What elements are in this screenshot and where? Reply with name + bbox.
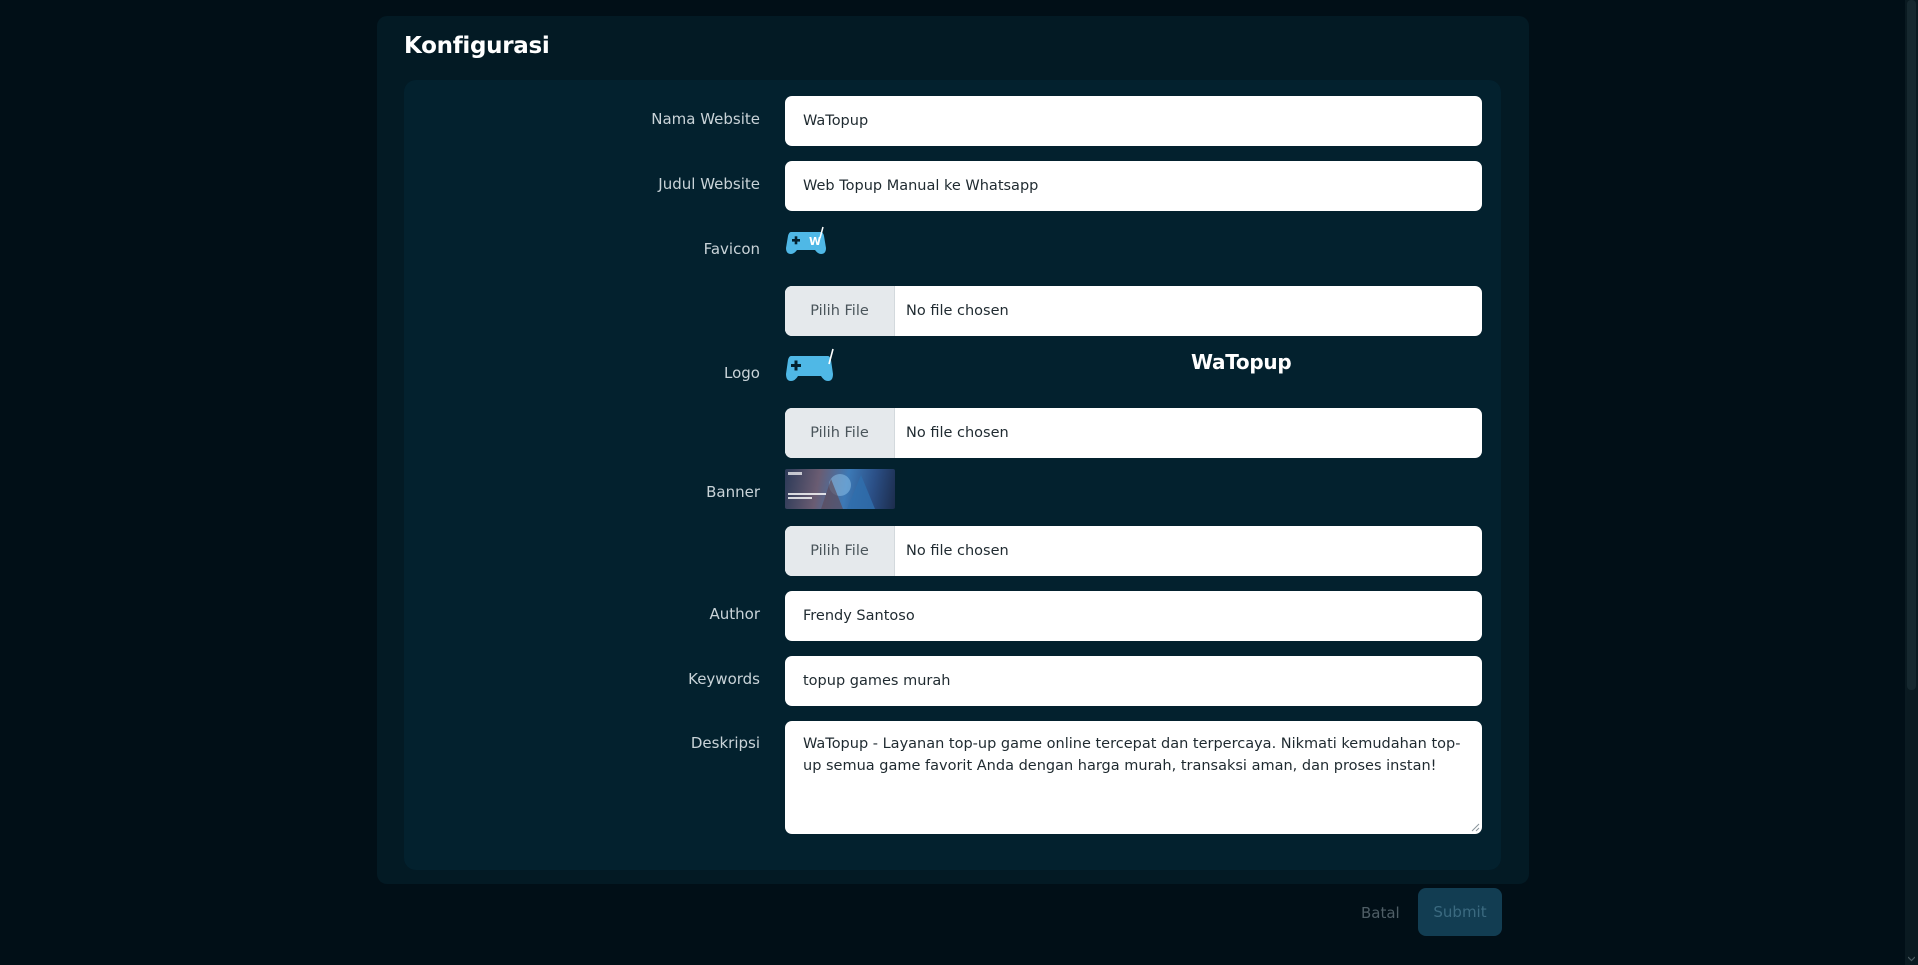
logo-choose-file-button[interactable]: Pilih File [785, 408, 895, 458]
judul-website-label: Judul Website [658, 175, 760, 193]
resize-grip-icon[interactable] [1471, 823, 1480, 832]
deskripsi-label: Deskripsi [690, 734, 760, 752]
submit-button[interactable]: Submit [1418, 888, 1502, 936]
deskripsi-textarea[interactable]: WaTopup - Layanan top-up game online ter… [785, 721, 1482, 834]
cancel-button[interactable]: Batal [1361, 904, 1400, 922]
row-banner: Banner Pilih File No file chosen [404, 469, 1501, 579]
judul-website-input[interactable]: Web Topup Manual ke Whatsapp [785, 161, 1482, 211]
banner-file-input[interactable]: Pilih File No file chosen [785, 526, 1482, 576]
deskripsi-text: WaTopup - Layanan top-up game online ter… [803, 736, 1461, 774]
row-deskripsi: Deskripsi WaTopup - Layanan top-up game … [404, 721, 1501, 834]
logo-preview: WaTopup [785, 348, 1292, 388]
nama-website-label: Nama Website [651, 110, 760, 128]
favicon-file-status: No file chosen [906, 303, 1009, 319]
config-form: Nama Website WaTopup Judul Website Web T… [404, 80, 1501, 870]
row-favicon: Favicon W Pilih File No file chosen [404, 226, 1501, 336]
banner-choose-file-button[interactable]: Pilih File [785, 526, 895, 576]
page: Konfigurasi Nama Website WaTopup Judul W… [0, 0, 1918, 965]
favicon-label: Favicon [703, 240, 760, 258]
scrollbar-thumb[interactable] [1907, 0, 1916, 690]
scroll-down-arrow-icon[interactable] [1908, 955, 1915, 962]
logo-gamepad-icon [786, 348, 834, 381]
banner-label: Banner [706, 483, 760, 501]
keywords-input[interactable]: topup games murah [785, 656, 1482, 706]
favicon-choose-file-button[interactable]: Pilih File [785, 286, 895, 336]
keywords-label: Keywords [688, 670, 760, 688]
banner-preview-image [785, 469, 895, 509]
row-nama-website: Nama Website WaTopup [404, 96, 1501, 146]
logo-file-input[interactable]: Pilih File No file chosen [785, 408, 1482, 458]
nama-website-input[interactable]: WaTopup [785, 96, 1482, 146]
row-keywords: Keywords topup games murah [404, 656, 1501, 706]
author-input[interactable]: Frendy Santoso [785, 591, 1482, 641]
favicon-preview-icon: W [786, 226, 826, 254]
author-label: Author [709, 605, 760, 623]
config-card: Konfigurasi Nama Website WaTopup Judul W… [377, 16, 1529, 884]
page-title: Konfigurasi [404, 33, 550, 59]
logo-preview-text: WaTopup [1191, 350, 1292, 374]
row-logo: Logo WaTopup Pilih File No file chosen [404, 348, 1501, 458]
row-author: Author Frendy Santoso [404, 591, 1501, 641]
logo-label: Logo [724, 364, 760, 382]
logo-file-status: No file chosen [906, 425, 1009, 441]
row-judul-website: Judul Website Web Topup Manual ke Whatsa… [404, 161, 1501, 211]
svg-text:W: W [809, 235, 821, 248]
banner-file-status: No file chosen [906, 543, 1009, 559]
banner-art-icon [788, 472, 875, 509]
favicon-file-input[interactable]: Pilih File No file chosen [785, 286, 1482, 336]
page-scrollbar[interactable] [1905, 0, 1918, 965]
